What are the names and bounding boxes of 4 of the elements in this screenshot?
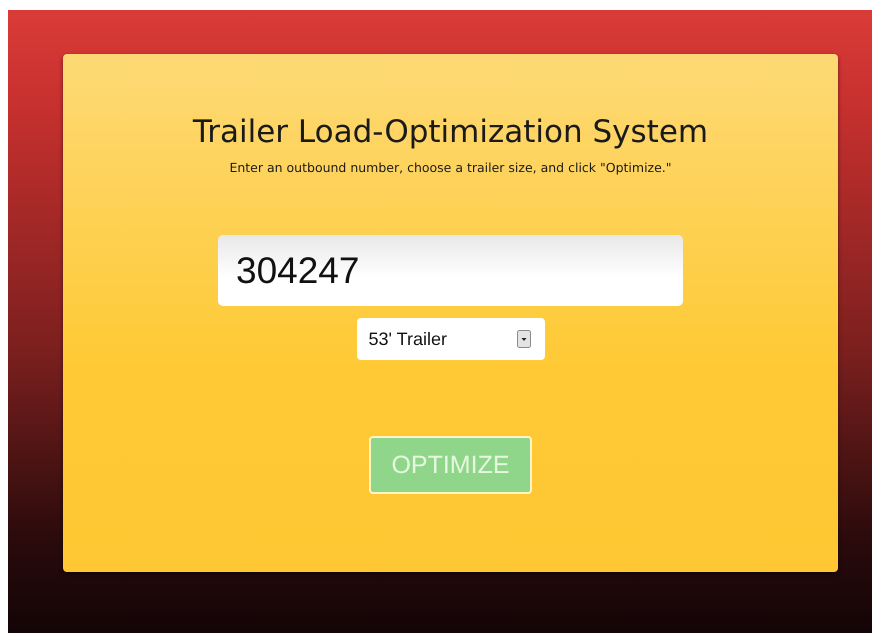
outbound-number-field[interactable]: 304247 (218, 235, 683, 306)
page-title: Trailer Load-Optimization System (192, 114, 708, 150)
instructions-text: Enter an outbound number, choose a trailer size, and click "Optimize." (229, 160, 672, 175)
trailer-size-select[interactable]: 53' Trailer (356, 318, 544, 360)
